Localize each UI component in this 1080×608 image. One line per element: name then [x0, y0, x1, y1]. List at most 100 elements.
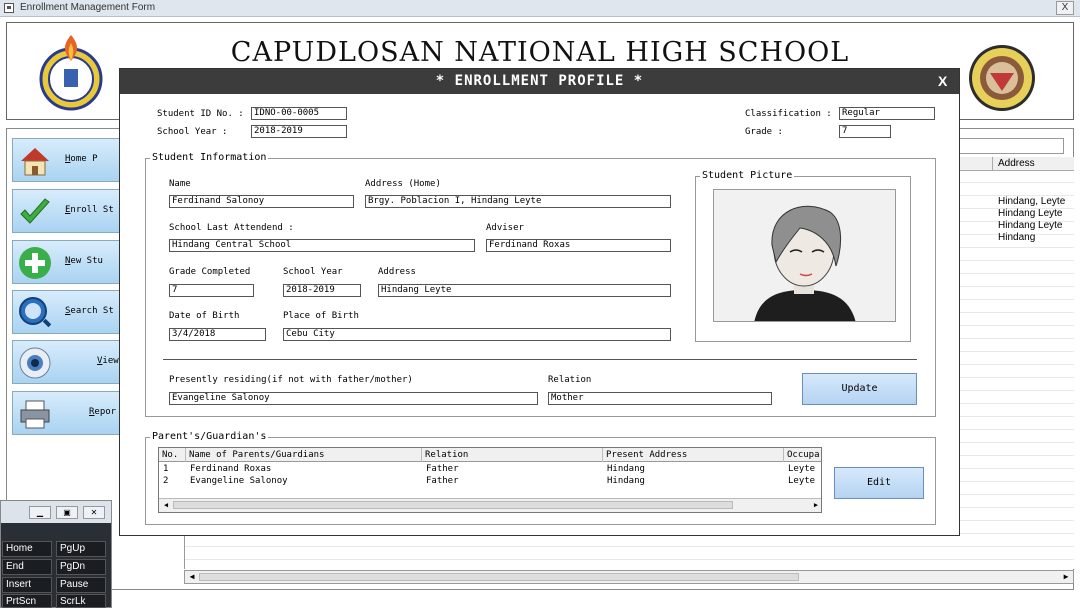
- keyboard-titlebar: ▁ ▣ ✕: [1, 501, 111, 523]
- nav-home-button[interactable]: Home P: [12, 138, 122, 182]
- relation-label: Relation: [548, 375, 592, 385]
- school-seal-right-icon: [969, 45, 1035, 111]
- table-cell: Hindang: [607, 464, 645, 474]
- adviser-label: Adviser: [486, 223, 524, 233]
- update-button[interactable]: Update: [802, 373, 917, 405]
- relation-field[interactable]: Mother: [548, 392, 772, 405]
- classification-label: Classification :: [745, 109, 832, 119]
- nav-enroll-button[interactable]: Enroll St: [12, 189, 122, 233]
- date-of-birth-label: Date of Birth: [169, 311, 240, 321]
- key-scrlk[interactable]: ScrLk: [56, 594, 106, 608]
- on-screen-keyboard: ▁ ▣ ✕ Home PgUp End PgDn Insert Pause Pr…: [0, 500, 112, 608]
- scroll-right-icon[interactable]: ▶: [810, 500, 821, 510]
- column-header-no[interactable]: No.: [159, 448, 186, 462]
- background-grid-scrollbar[interactable]: ◀ ▶: [184, 570, 1074, 584]
- scroll-left-icon[interactable]: ◀: [186, 572, 198, 582]
- eye-icon: [19, 347, 51, 379]
- school-address-field[interactable]: Hindang Leyte: [378, 284, 671, 297]
- key-pause[interactable]: Pause: [56, 577, 106, 593]
- school-name: CAPUDLOSAN NATIONAL HIGH SCHOOL: [230, 37, 850, 68]
- address-home-field[interactable]: Brgy. Poblacion I, Hindang Leyte: [365, 195, 671, 208]
- window-titlebar: Enrollment Management Form X: [0, 0, 1080, 17]
- grade-completed-label: Grade Completed: [169, 267, 251, 277]
- nav-new-student-button[interactable]: New Stu: [12, 240, 122, 284]
- nav-report-button[interactable]: Repor: [12, 391, 122, 435]
- column-header-present-address[interactable]: Present Address: [603, 448, 784, 462]
- parents-table-scrollbar[interactable]: ◀ ▶: [159, 498, 821, 512]
- column-header-occupation[interactable]: Occupa: [784, 448, 821, 462]
- restore-icon[interactable]: ▣: [56, 506, 78, 519]
- parents-guardians-legend: Parent's/Guardian's: [150, 431, 269, 442]
- place-of-birth-field[interactable]: Cebu City: [283, 328, 671, 341]
- column-header-name[interactable]: Name of Parents/Guardians: [186, 448, 422, 462]
- nav-report-label: Repor: [89, 407, 117, 417]
- last-school-label: School Last Attendend :: [169, 223, 294, 233]
- school-year-field[interactable]: 2018-2019: [251, 125, 347, 138]
- magnifier-icon: [19, 297, 52, 328]
- name-label: Name: [169, 179, 191, 189]
- table-cell: Hindang, Leyte: [998, 196, 1066, 207]
- table-row[interactable]: 1 Ferdinand Roxas Father Hindang Leyte: [159, 463, 821, 475]
- table-cell: Hindang Leyte: [998, 208, 1063, 219]
- table-cell: Ferdinand Roxas: [190, 464, 272, 474]
- adviser-field[interactable]: Ferdinand Roxas: [486, 239, 671, 252]
- table-row[interactable]: 2 Evangeline Salonoy Father Hindang Leyt…: [159, 475, 821, 487]
- grade-field[interactable]: 7: [839, 125, 891, 138]
- column-header-relation[interactable]: Relation: [422, 448, 603, 462]
- scroll-left-icon[interactable]: ◀: [160, 500, 172, 510]
- student-picture-legend: Student Picture: [700, 170, 795, 181]
- minimize-icon[interactable]: ▁: [29, 506, 51, 519]
- scroll-thumb[interactable]: [199, 573, 799, 581]
- dialog-close-button[interactable]: X: [938, 72, 947, 90]
- edit-button-label: Edit: [866, 477, 892, 488]
- close-icon[interactable]: ✕: [83, 506, 105, 519]
- student-id-label: Student ID No. :: [157, 109, 244, 119]
- nav-view-button[interactable]: View: [12, 340, 122, 384]
- classification-field[interactable]: Regular: [839, 107, 935, 120]
- residing-field[interactable]: Evangeline Salonoy: [169, 392, 538, 405]
- table-cell: Hindang Leyte: [998, 220, 1063, 231]
- table-cell: Hindang: [998, 232, 1036, 243]
- key-pgdn[interactable]: PgDn: [56, 559, 106, 575]
- house-icon: [21, 148, 49, 176]
- edit-button[interactable]: Edit: [834, 467, 924, 499]
- date-of-birth-field[interactable]: 3/4/2018: [169, 328, 266, 341]
- key-home[interactable]: Home: [2, 541, 52, 557]
- nav-new-student-label: New Stu: [65, 256, 103, 266]
- last-school-field[interactable]: Hindang Central School: [169, 239, 475, 252]
- section-divider: [163, 359, 917, 360]
- enrollment-profile-dialog: * ENROLLMENT PROFILE * X Student ID No. …: [119, 68, 960, 536]
- key-prtscn[interactable]: PrtScn: [2, 594, 52, 608]
- key-insert[interactable]: Insert: [2, 577, 52, 593]
- background-grid-address-values: Hindang, Leyte Hindang Leyte Hindang Ley…: [998, 196, 1065, 244]
- key-pgup[interactable]: PgUp: [56, 541, 106, 557]
- parents-guardians-table[interactable]: No. Name of Parents/Guardians Relation P…: [158, 447, 822, 513]
- student-picture: [713, 189, 896, 322]
- residing-label: Presently residing(if not with father/mo…: [169, 375, 413, 385]
- dialog-title: * ENROLLMENT PROFILE *: [120, 69, 959, 94]
- background-grid-address-header: Address: [998, 158, 1035, 169]
- table-cell: Leyte: [788, 476, 816, 486]
- update-button-label: Update: [841, 383, 878, 394]
- printer-icon: [20, 400, 50, 429]
- key-end[interactable]: End: [2, 559, 52, 575]
- student-portrait-icon: [714, 190, 895, 321]
- scroll-right-icon[interactable]: ▶: [1060, 572, 1072, 582]
- window-close-button[interactable]: X: [1056, 1, 1074, 15]
- app-icon: [4, 3, 14, 13]
- nav-search-label: Search St: [65, 306, 114, 316]
- grade-completed-field[interactable]: 7: [169, 284, 254, 297]
- nav-search-button[interactable]: Search St: [12, 290, 122, 334]
- school-address-label: Address: [378, 267, 416, 277]
- nav-enroll-label: Enroll St: [65, 205, 114, 215]
- prev-school-year-field[interactable]: 2018-2019: [283, 284, 361, 297]
- scroll-thumb[interactable]: [173, 501, 733, 509]
- table-cell: 1: [163, 464, 169, 474]
- address-home-label: Address (Home): [365, 179, 441, 189]
- plus-icon: [19, 247, 51, 279]
- background-search-input[interactable]: [958, 138, 1064, 154]
- table-cell: Father: [426, 476, 459, 486]
- student-id-field[interactable]: IDNO-00-0005: [251, 107, 347, 120]
- nav-view-label: View: [97, 356, 119, 366]
- name-field[interactable]: Ferdinand Salonoy: [169, 195, 354, 208]
